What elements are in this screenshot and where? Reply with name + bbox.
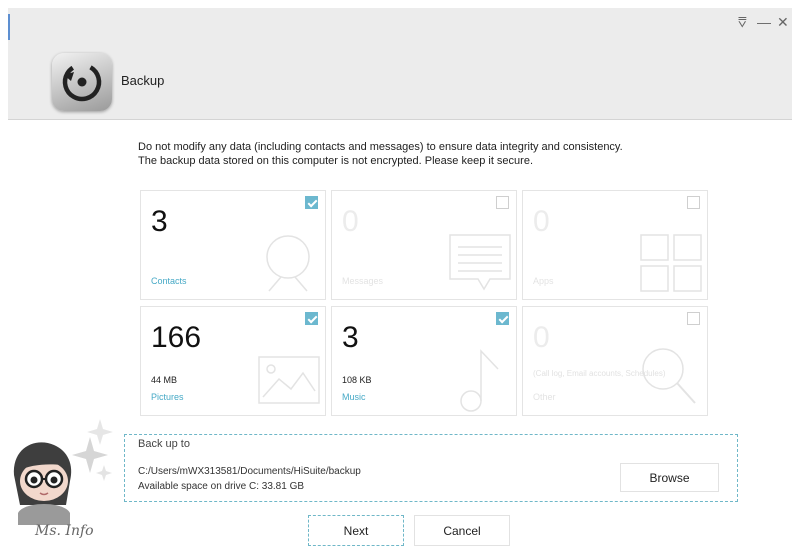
pictures-count: 166 bbox=[151, 321, 202, 354]
card-music[interactable]: 3 108 KB Music bbox=[331, 306, 517, 416]
pictures-label: Pictures bbox=[151, 392, 184, 402]
backup-app-icon bbox=[52, 53, 112, 111]
notice-line-1: Do not modify any data (including contac… bbox=[138, 141, 623, 153]
close-button[interactable]: ✕ bbox=[777, 14, 789, 31]
watermark-text: Ms. Info bbox=[35, 523, 94, 539]
music-size: 108 KB bbox=[342, 375, 372, 385]
card-pictures[interactable]: 166 44 MB Pictures bbox=[140, 306, 326, 416]
pictures-icon bbox=[258, 356, 320, 404]
music-checkbox[interactable] bbox=[496, 312, 509, 325]
notice-line-2: The backup data stored on this computer … bbox=[138, 155, 534, 167]
messages-checkbox[interactable] bbox=[496, 196, 509, 209]
messages-icon bbox=[449, 234, 511, 291]
notice-text: Do not modify any data (including contac… bbox=[138, 140, 623, 168]
backup-path: C:/Users/mWX313581/Documents/HiSuite/bac… bbox=[138, 466, 361, 477]
card-contacts[interactable]: 3 Contacts bbox=[140, 190, 326, 300]
apps-label: Apps bbox=[533, 276, 554, 286]
apps-icon bbox=[640, 234, 702, 292]
messages-label: Messages bbox=[342, 276, 384, 286]
backup-location-label: Back up to bbox=[138, 438, 190, 450]
apps-checkbox[interactable] bbox=[687, 196, 700, 209]
minimize-button[interactable]: — bbox=[757, 14, 771, 30]
browse-button[interactable]: Browse bbox=[620, 463, 719, 492]
apps-count: 0 bbox=[533, 205, 550, 238]
mascot-icon bbox=[13, 419, 113, 525]
next-button[interactable]: Next bbox=[308, 515, 404, 546]
pictures-size: 44 MB bbox=[151, 375, 178, 385]
cancel-button[interactable]: Cancel bbox=[414, 515, 510, 546]
card-apps[interactable]: 0 Apps bbox=[522, 190, 708, 300]
title-bar bbox=[8, 8, 792, 120]
available-space: Available space on drive C: 33.81 GB bbox=[138, 481, 305, 492]
card-messages[interactable]: 0 Messages bbox=[331, 190, 517, 300]
music-count: 3 bbox=[342, 321, 359, 354]
app-title: Backup bbox=[121, 73, 165, 88]
backup-icon bbox=[62, 62, 102, 102]
music-icon bbox=[460, 349, 499, 412]
music-label: Music bbox=[342, 392, 366, 402]
contacts-count: 3 bbox=[151, 205, 168, 238]
contacts-icon bbox=[266, 235, 310, 292]
contacts-checkbox[interactable] bbox=[305, 196, 318, 209]
other-subtext: (Call log, Email accounts, Schedules) bbox=[533, 369, 666, 378]
contacts-label: Contacts bbox=[151, 276, 187, 286]
card-other[interactable]: 0 (Call log, Email accounts, Schedules) … bbox=[522, 306, 708, 416]
window-edge-accent bbox=[8, 14, 10, 40]
messages-count: 0 bbox=[342, 205, 359, 238]
other-checkbox[interactable] bbox=[687, 312, 700, 325]
other-count: 0 bbox=[533, 321, 550, 354]
other-label: Other bbox=[533, 392, 556, 402]
pictures-checkbox[interactable] bbox=[305, 312, 318, 325]
menu-dropdown-icon[interactable]: ⩢ bbox=[738, 14, 747, 31]
